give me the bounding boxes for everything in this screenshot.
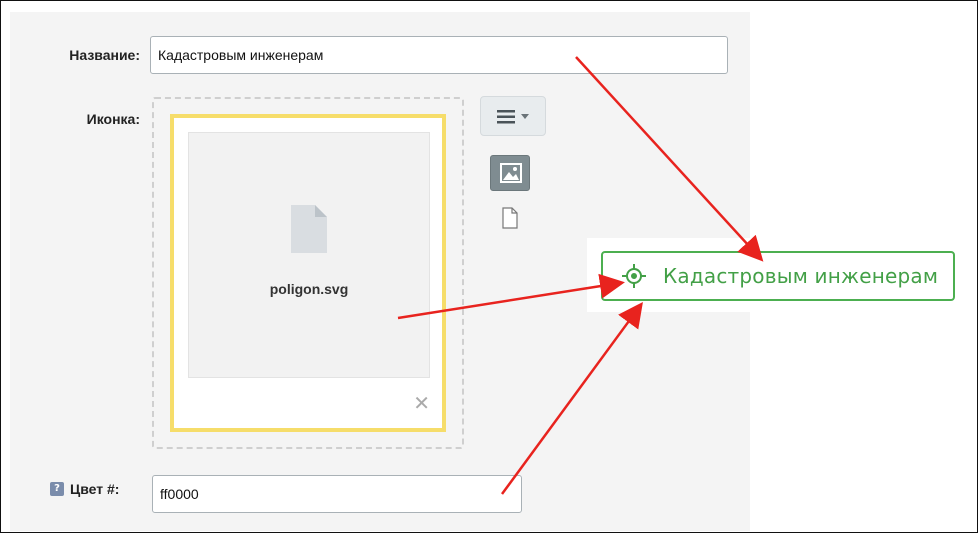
- icon-menu-button[interactable]: [480, 96, 546, 136]
- name-label: Название:: [69, 47, 140, 63]
- file-preview-area: poligon.svg: [188, 132, 430, 378]
- menu-dropdown-icon: [497, 110, 529, 124]
- remove-file-button[interactable]: ✕: [413, 394, 430, 414]
- badge-text: Кадастровым инженерам: [663, 264, 939, 288]
- help-icon[interactable]: ?: [50, 482, 64, 496]
- icon-label: Иконка:: [86, 111, 140, 127]
- image-button[interactable]: [490, 155, 530, 191]
- color-input[interactable]: [152, 475, 522, 513]
- file-name: poligon.svg: [269, 281, 349, 297]
- icon-preview[interactable]: poligon.svg ✕: [170, 114, 446, 432]
- target-crosshair-icon: [622, 264, 646, 288]
- name-input[interactable]: [150, 36, 728, 74]
- color-label: Цвет #:: [70, 481, 120, 497]
- file-button[interactable]: [500, 206, 520, 230]
- result-badge[interactable]: Кадастровым инженерам: [601, 251, 955, 301]
- document-icon: [291, 205, 327, 253]
- image-icon: [500, 163, 522, 183]
- file-icon: [502, 207, 518, 229]
